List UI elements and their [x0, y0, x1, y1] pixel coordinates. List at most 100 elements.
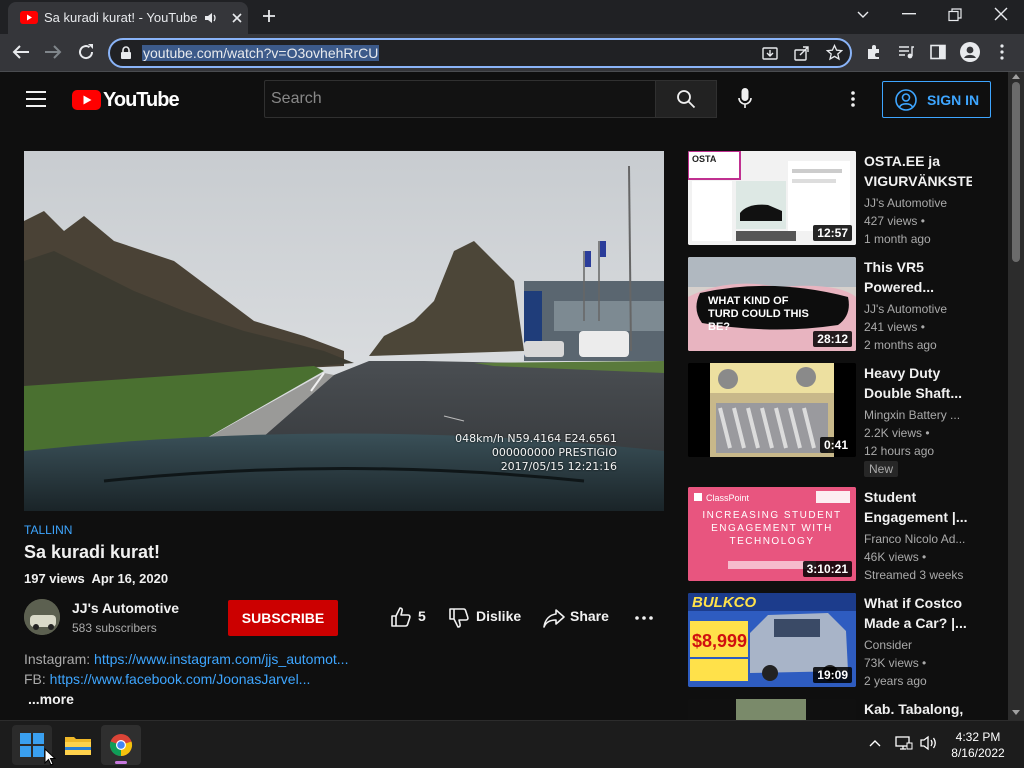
- video-title: Sa kuradi kurat!: [24, 542, 161, 562]
- description-line-instagram: Instagram: https://www.instagram.com/jjs…: [24, 651, 348, 667]
- new-tab-icon[interactable]: [262, 9, 276, 23]
- recommendation-age: Streamed 3 weeks: [864, 568, 964, 582]
- recommendation-thumbnail[interactable]: 0:41: [688, 363, 856, 457]
- show-more-button[interactable]: ...more: [28, 691, 74, 707]
- recommendation-title[interactable]: Student Engagement |...: [864, 487, 972, 527]
- recommendation-thumbnail[interactable]: BULKCO $8,999 19:09: [688, 593, 856, 687]
- recommendation-thumbnail[interactable]: OSTA 12:57: [688, 151, 856, 245]
- like-button[interactable]: 5: [388, 600, 432, 636]
- scrollbar-thumb[interactable]: [1012, 82, 1020, 262]
- video-duration: 12:57: [813, 225, 852, 241]
- address-bar[interactable]: youtube.com/watch?v=O3ovhehRrCU: [108, 38, 852, 68]
- search-input[interactable]: Search: [264, 80, 656, 118]
- browser-tab[interactable]: Sa kuradi kurat! - YouTube: [8, 2, 248, 34]
- recommendation-thumbnail[interactable]: ClassPoint INCREASING STUDENT ENGAGEMENT…: [688, 487, 856, 581]
- restore-icon[interactable]: [948, 8, 962, 22]
- lock-icon[interactable]: [120, 46, 132, 60]
- tray-overflow-chevron-icon[interactable]: [869, 739, 881, 747]
- recommendation-thumbnail[interactable]: [688, 699, 856, 720]
- thumbnail-brand: BULKCO: [692, 594, 757, 611]
- recommendation-item[interactable]: WHAT KIND OF TURD COULD THIS BE? 28:12 T…: [688, 257, 988, 353]
- new-badge: New: [864, 461, 899, 477]
- thumbnail-caption: INCREASING STUDENT ENGAGEMENT WITH TECHN…: [702, 510, 842, 547]
- recommendation-channel: JJ's Automotive: [864, 196, 947, 210]
- recommendation-views: 427 views •: [864, 214, 925, 228]
- url-text[interactable]: youtube.com/watch?v=O3ovhehRrCU: [142, 45, 380, 61]
- youtube-favicon-icon: [20, 11, 38, 24]
- recommendation-title[interactable]: Heavy Duty Double Shaft...: [864, 363, 972, 403]
- instagram-label: Instagram:: [24, 651, 95, 667]
- settings-dots-icon[interactable]: [851, 91, 855, 107]
- account-icon: [895, 89, 917, 111]
- recommendation-age: 12 hours ago: [864, 444, 935, 458]
- fb-label: FB:: [24, 671, 50, 687]
- recommendation-title[interactable]: This VR5 Powered...: [864, 257, 972, 297]
- thumbnail-caption: WHAT KIND OF TURD COULD THIS BE?: [708, 295, 809, 333]
- recommendation-title[interactable]: Kab. Tabalong,: [864, 699, 972, 719]
- recommendation-title[interactable]: OSTA.EE ja VIGURVÄNKSTE: [864, 151, 972, 191]
- page-scrollbar[interactable]: [1008, 72, 1024, 720]
- share-arrow-icon: [542, 607, 566, 629]
- media-control-icon[interactable]: [898, 44, 914, 60]
- youtube-logo[interactable]: YouTube: [72, 89, 180, 111]
- recommendation-item[interactable]: BULKCO $8,999 19:09 What if Costco Made …: [688, 593, 988, 689]
- back-icon[interactable]: [12, 44, 30, 60]
- taskbar-clock[interactable]: 4:32 PM 8/16/2022: [940, 729, 1016, 761]
- hamburger-menu-icon[interactable]: [26, 91, 46, 107]
- volume-icon[interactable]: [920, 735, 938, 751]
- video-hashtag-link[interactable]: TALLINN: [24, 523, 72, 537]
- recommendation-item[interactable]: 0:41 Heavy Duty Double Shaft... Mingxin …: [688, 363, 988, 481]
- extensions-puzzle-icon[interactable]: [866, 44, 882, 60]
- share-button[interactable]: Share: [542, 600, 616, 636]
- fb-link[interactable]: https://www.facebook.com/JoonasJarvel...: [50, 671, 311, 687]
- sign-in-button[interactable]: SIGN IN: [882, 81, 991, 118]
- recommendation-views: 2.2K views •: [864, 426, 930, 440]
- file-explorer-button[interactable]: [58, 725, 98, 765]
- dashcam-overlay-line1: 048km/h N59.4164 E24.6561: [455, 432, 617, 445]
- search-button[interactable]: [655, 80, 717, 118]
- window-close-icon[interactable]: [994, 7, 1008, 21]
- sign-in-label: SIGN IN: [927, 92, 980, 108]
- recommendation-thumbnail[interactable]: WHAT KIND OF TURD COULD THIS BE? 28:12: [688, 257, 856, 351]
- reload-icon[interactable]: [77, 43, 95, 61]
- chrome-taskbar-button[interactable]: [101, 725, 141, 765]
- network-icon[interactable]: [895, 735, 913, 751]
- minimize-icon[interactable]: [902, 13, 916, 15]
- more-actions-icon[interactable]: [635, 616, 653, 620]
- dislike-label: Dislike: [476, 608, 522, 624]
- thumbs-down-icon: [448, 607, 470, 629]
- recommendation-item[interactable]: OSTA 12:57 OSTA.EE ja VIGURVÄNKSTE JJ's …: [688, 151, 988, 247]
- share-label: Share: [570, 608, 609, 624]
- tab-search-chevron-icon[interactable]: [856, 10, 870, 20]
- recommendation-channel: Consider: [864, 638, 913, 652]
- thumbs-up-icon: [390, 606, 412, 628]
- browser-menu-icon[interactable]: [1000, 44, 1004, 60]
- recommendation-age: 2 years ago: [864, 674, 927, 688]
- recommendation-views: 73K views •: [864, 656, 927, 670]
- speaker-icon[interactable]: [204, 11, 218, 25]
- forward-icon[interactable]: [44, 44, 62, 60]
- subscribe-button[interactable]: SUBSCRIBE: [228, 600, 338, 636]
- video-duration: 0:41: [819, 437, 852, 453]
- channel-avatar[interactable]: [24, 599, 60, 635]
- dislike-button[interactable]: Dislike: [446, 600, 526, 636]
- share-page-icon[interactable]: [794, 45, 810, 61]
- tab-close-icon[interactable]: [230, 11, 244, 25]
- recommendation-item[interactable]: Kab. Tabalong,: [688, 699, 988, 720]
- scroll-down-arrow-icon[interactable]: [1012, 710, 1020, 715]
- bookmark-star-icon[interactable]: [826, 44, 843, 61]
- active-app-indicator: [115, 761, 127, 764]
- microphone-icon[interactable]: [738, 87, 752, 111]
- recommendation-item[interactable]: ClassPoint INCREASING STUDENT ENGAGEMENT…: [688, 487, 988, 583]
- recommendation-title[interactable]: What if Costco Made a Car? |...: [864, 593, 972, 633]
- recommendation-channel: Mingxin Battery ...: [864, 408, 961, 422]
- profile-icon[interactable]: [960, 42, 980, 62]
- video-views-date: 197 views Apr 16, 2020: [24, 571, 169, 586]
- channel-name-link[interactable]: JJ's Automotive: [72, 600, 179, 616]
- install-app-icon[interactable]: [762, 45, 778, 61]
- instagram-link[interactable]: https://www.instagram.com/jjs_automot...: [94, 651, 348, 667]
- browser-toolbar: youtube.com/watch?v=O3ovhehRrCU: [0, 34, 1024, 72]
- scroll-up-arrow-icon[interactable]: [1012, 74, 1020, 79]
- side-panel-icon[interactable]: [930, 44, 946, 60]
- video-player[interactable]: 048km/h N59.4164 E24.6561 000000000 PRES…: [24, 151, 664, 511]
